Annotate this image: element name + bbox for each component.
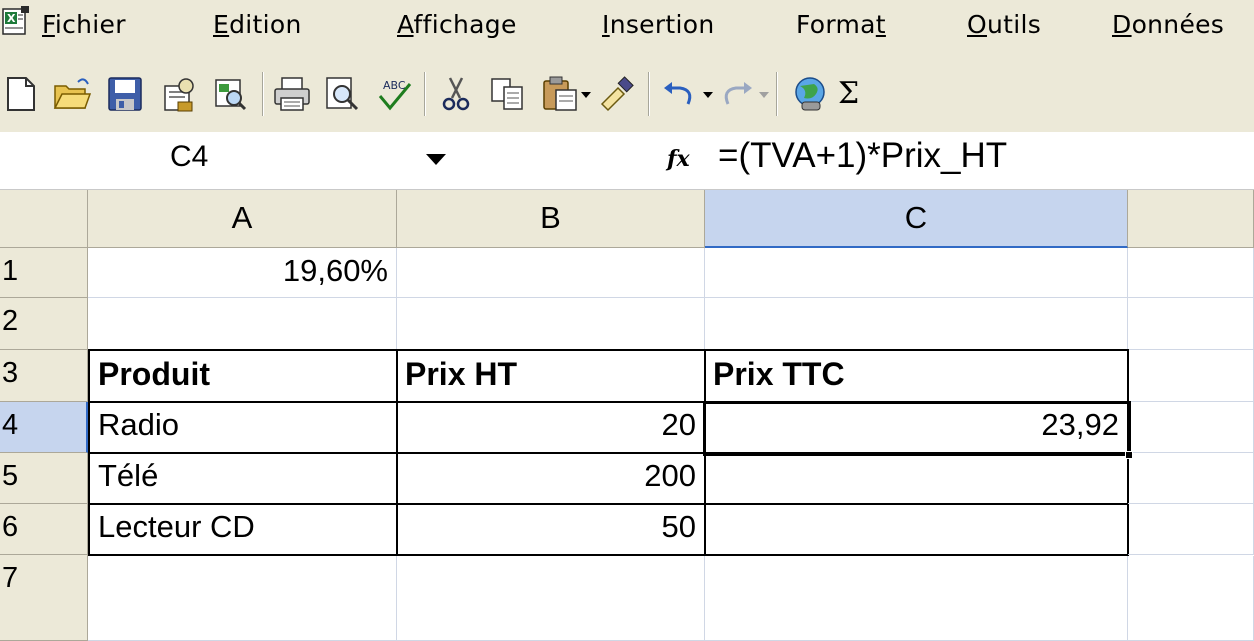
row-header-2[interactable]: 2: [0, 298, 88, 350]
cell-d7[interactable]: [1128, 556, 1254, 641]
cell-c5[interactable]: [705, 453, 1129, 505]
name-box-value[interactable]: C4: [170, 140, 208, 174]
column-header-d[interactable]: [1128, 190, 1254, 248]
cell-c6[interactable]: [705, 504, 1129, 556]
cell-a5[interactable]: Télé: [88, 453, 398, 505]
menu-edition-label: dition: [229, 10, 302, 39]
insert-function-icon[interactable]: fx: [667, 146, 690, 172]
row-header-4[interactable]: 4: [0, 402, 88, 453]
menu-format-key: t: [875, 10, 886, 39]
cell-a3[interactable]: Produit: [88, 349, 398, 403]
cell-b5[interactable]: 200: [397, 453, 706, 505]
chevron-down-icon[interactable]: [758, 90, 770, 100]
menu-affichage-label: ffichage: [413, 10, 517, 39]
cell-a7[interactable]: [88, 556, 397, 641]
worksheet-grid: A B C 1 2 3 4 5 6 7 19,60% Produit Prix …: [0, 190, 1254, 641]
permission-icon[interactable]: [158, 74, 198, 114]
cut-icon[interactable]: [436, 74, 476, 114]
cell-d2[interactable]: [1128, 298, 1254, 350]
name-box[interactable]: C4: [0, 132, 420, 189]
redo-icon[interactable]: [716, 74, 756, 114]
select-all-corner[interactable]: [0, 190, 88, 248]
copy-icon[interactable]: [488, 74, 528, 114]
menu-affichage[interactable]: Affichage: [397, 10, 517, 39]
menu-bar: X Fichier Edition Affichage Insertion Fo…: [0, 0, 1254, 60]
chevron-down-icon[interactable]: [423, 146, 449, 172]
row-header-7[interactable]: 7: [0, 555, 88, 641]
row-header-6[interactable]: 6: [0, 504, 88, 555]
cell-c7[interactable]: [705, 556, 1128, 641]
cell-b4[interactable]: 20: [397, 402, 706, 454]
chevron-down-icon[interactable]: [702, 90, 714, 100]
toolbar-separator: [262, 72, 264, 116]
chevron-down-icon[interactable]: [580, 90, 592, 100]
paste-icon[interactable]: [540, 74, 580, 114]
menu-fichier-key: F: [42, 10, 55, 39]
cell-d4[interactable]: [1128, 402, 1254, 453]
fill-handle[interactable]: [1125, 451, 1133, 459]
cell-a6[interactable]: Lecteur CD: [88, 504, 398, 556]
menu-donnees[interactable]: Données: [1112, 10, 1224, 39]
print-icon[interactable]: [272, 74, 312, 114]
cell-b7[interactable]: [397, 556, 705, 641]
menu-insertion-key: I: [602, 10, 610, 39]
search-icon[interactable]: [210, 74, 250, 114]
spelling-icon[interactable]: ABC: [374, 74, 414, 114]
cell-c4[interactable]: 23,92: [705, 402, 1129, 454]
cell-b6[interactable]: 50: [397, 504, 706, 556]
menu-outils-label: utils: [986, 10, 1042, 39]
menu-edition-key: E: [213, 10, 230, 39]
formula-bar: C4 fx =(TVA+1)*Prix_HT: [0, 132, 1254, 190]
print-preview-icon[interactable]: [322, 74, 362, 114]
menu-outils[interactable]: Outils: [967, 10, 1041, 39]
row-header-1[interactable]: 1: [0, 248, 88, 298]
column-header-c[interactable]: C: [705, 190, 1128, 248]
menu-affichage-key: A: [397, 10, 414, 39]
cell-d5[interactable]: [1128, 453, 1254, 504]
autosum-icon[interactable]: Σ: [838, 74, 868, 114]
new-document-icon[interactable]: [2, 74, 42, 114]
toolbar-separator: [776, 72, 778, 116]
column-header-a[interactable]: A: [88, 190, 397, 248]
cell-a1[interactable]: 19,60%: [88, 248, 397, 298]
toolbar-separator: [648, 72, 650, 116]
cell-c1[interactable]: [705, 248, 1128, 298]
menu-format-label: Forma: [796, 10, 876, 39]
cell-a2[interactable]: [88, 298, 397, 350]
save-icon[interactable]: [105, 74, 145, 114]
hyperlink-icon[interactable]: [790, 74, 830, 114]
row-header-5[interactable]: 5: [0, 453, 88, 504]
cell-a4[interactable]: Radio: [88, 402, 398, 454]
menu-fichier[interactable]: Fichier: [42, 10, 126, 39]
column-header-b[interactable]: B: [397, 190, 705, 248]
menu-format[interactable]: Format: [796, 10, 886, 39]
cell-c2[interactable]: [705, 298, 1128, 350]
excel-app-icon[interactable]: X: [2, 6, 30, 36]
menu-donnees-key: D: [1112, 10, 1132, 39]
menu-insertion-label: nsertion: [609, 10, 715, 39]
cell-d6[interactable]: [1128, 504, 1254, 555]
cell-b1[interactable]: [397, 248, 705, 298]
menu-outils-key: O: [967, 10, 987, 39]
cell-c3[interactable]: Prix TTC: [705, 349, 1129, 403]
menu-insertion[interactable]: Insertion: [602, 10, 715, 39]
undo-icon[interactable]: [660, 74, 700, 114]
cell-b3[interactable]: Prix HT: [397, 349, 706, 403]
svg-text:ABC: ABC: [383, 79, 406, 92]
menu-edition[interactable]: Edition: [213, 10, 302, 39]
menu-donnees-label: onnées: [1131, 10, 1225, 39]
format-painter-icon[interactable]: [598, 74, 638, 114]
menu-fichier-label: ichier: [54, 10, 126, 39]
cell-d3[interactable]: [1128, 350, 1254, 402]
open-folder-icon[interactable]: [52, 74, 92, 114]
row-header-3[interactable]: 3: [0, 350, 88, 402]
standard-toolbar: ABC Σ: [0, 60, 1254, 132]
toolbar-separator: [424, 72, 426, 116]
cell-b2[interactable]: [397, 298, 705, 350]
formula-input[interactable]: =(TVA+1)*Prix_HT: [718, 136, 1007, 176]
svg-text:X: X: [7, 12, 16, 25]
cell-d1[interactable]: [1128, 248, 1254, 298]
